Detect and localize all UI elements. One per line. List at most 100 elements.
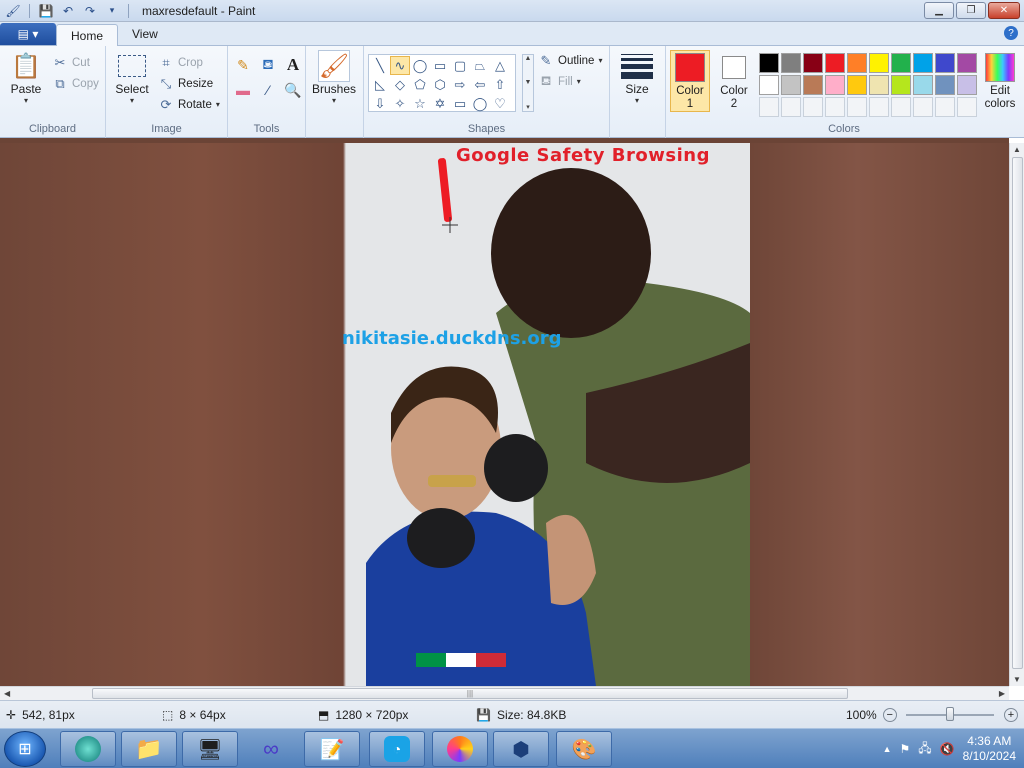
palette-empty-swatch[interactable] [935, 97, 955, 117]
scroll-up-icon[interactable]: ▲ [525, 55, 532, 62]
outline-button[interactable]: ✎ Outline ▾ [538, 50, 603, 71]
taskbar-paint[interactable]: 🎨 [556, 731, 612, 767]
palette-color-swatch[interactable] [891, 53, 911, 73]
text-icon[interactable]: A [282, 54, 304, 76]
taskbar-notepad-plus[interactable]: 📝 [304, 731, 360, 767]
palette-color-swatch[interactable] [781, 75, 801, 95]
color1-button[interactable]: Color 1 [670, 50, 710, 112]
minimize-button[interactable]: ▁ [924, 2, 954, 19]
palette-color-swatch[interactable] [869, 53, 889, 73]
six-point-star-shape-icon[interactable]: ✡ [430, 94, 450, 113]
gallery-expand-icon[interactable]: ▾ [526, 103, 530, 111]
fill-bucket-icon[interactable]: ⛾ [257, 54, 279, 76]
qat-customize-icon[interactable]: ▾ [103, 2, 121, 20]
network-icon[interactable]: 🖧 [918, 739, 931, 760]
start-button[interactable]: ⊞ [4, 731, 46, 767]
palette-color-swatch[interactable] [825, 53, 845, 73]
taskbar-virtualbox[interactable]: ⬢ [493, 731, 549, 767]
horizontal-scroll-thumb[interactable]: ||| [92, 688, 848, 699]
zoom-out-icon[interactable]: − [882, 708, 897, 722]
taskbar-app-6[interactable]: ◔ [369, 731, 425, 767]
palette-color-swatch[interactable] [847, 53, 867, 73]
palette-color-swatch[interactable] [803, 53, 823, 73]
scroll-left-icon[interactable]: ◀ [4, 689, 10, 698]
zoom-slider-knob[interactable] [946, 707, 954, 721]
palette-color-swatch[interactable] [781, 53, 801, 73]
palette-color-swatch[interactable] [935, 75, 955, 95]
left-arrow-shape-icon[interactable]: ⇦ [470, 75, 490, 94]
vertical-scrollbar[interactable]: ▲ ▼ [1009, 143, 1024, 686]
select-button[interactable]: Select ▾ [110, 50, 154, 115]
taskbar-explorer[interactable]: 📁 [121, 731, 177, 767]
vertical-scroll-thumb[interactable] [1012, 157, 1023, 669]
maximize-button[interactable]: ❐ [956, 2, 986, 19]
palette-color-swatch[interactable] [847, 75, 867, 95]
taskbar-app-3[interactable]: 🖥 [182, 731, 238, 767]
magnifier-icon[interactable]: 🔍 [282, 79, 304, 101]
palette-empty-swatch[interactable] [957, 97, 977, 117]
undo-icon[interactable]: ↶ [59, 2, 77, 20]
scroll-right-icon[interactable]: ▶ [999, 689, 1005, 698]
scroll-down-icon[interactable]: ▼ [525, 79, 532, 86]
down-arrow-shape-icon[interactable]: ⇩ [370, 94, 390, 113]
resize-button[interactable]: ⤡ Resize [158, 73, 220, 94]
palette-color-swatch[interactable] [913, 75, 933, 95]
save-icon[interactable]: 💾 [37, 2, 55, 20]
triangle-shape-icon[interactable]: △ [490, 56, 510, 75]
tray-expand-icon[interactable]: ▲ [883, 744, 892, 754]
color-picker-icon[interactable]: ⁄ [257, 79, 279, 101]
diamond-shape-icon[interactable]: ◇ [390, 75, 410, 94]
color2-button[interactable]: Color 2 [714, 50, 754, 112]
palette-color-swatch[interactable] [869, 75, 889, 95]
size-button[interactable]: Size ▾ [614, 50, 660, 105]
curve-shape-icon[interactable]: ∿ [390, 56, 410, 75]
line-shape-icon[interactable]: ╲ [370, 56, 390, 75]
scroll-up-icon[interactable]: ▲ [1013, 145, 1021, 154]
palette-color-swatch[interactable] [803, 75, 823, 95]
tab-view[interactable]: View [118, 23, 172, 45]
taskbar-app-1[interactable] [60, 731, 116, 767]
pentagon-shape-icon[interactable]: ⬠ [410, 75, 430, 94]
palette-empty-swatch[interactable] [825, 97, 845, 117]
heart-shape-icon[interactable]: ♡ [490, 94, 510, 113]
taskbar-app-4[interactable]: ∞ [243, 731, 299, 767]
help-icon[interactable]: ? [1004, 26, 1018, 40]
taskbar-browser[interactable] [432, 731, 488, 767]
four-point-star-shape-icon[interactable]: ✧ [390, 94, 410, 113]
rectangle-shape-icon[interactable]: ▭ [430, 56, 450, 75]
palette-color-swatch[interactable] [957, 75, 977, 95]
scroll-down-icon[interactable]: ▼ [1013, 675, 1021, 684]
palette-color-swatch[interactable] [891, 75, 911, 95]
palette-empty-swatch[interactable] [759, 97, 779, 117]
callout-oval-shape-icon[interactable]: ◯ [470, 94, 490, 113]
paint-menu-button[interactable]: ▤ ▾ [0, 23, 56, 45]
action-center-flag-icon[interactable]: ⚑ [900, 742, 911, 756]
cut-button[interactable]: ✂ Cut [52, 52, 99, 73]
palette-color-swatch[interactable] [759, 75, 779, 95]
copy-button[interactable]: ⧉ Copy [52, 73, 99, 94]
palette-empty-swatch[interactable] [913, 97, 933, 117]
five-point-star-shape-icon[interactable]: ☆ [410, 94, 430, 113]
palette-empty-swatch[interactable] [891, 97, 911, 117]
tab-home[interactable]: Home [56, 24, 119, 46]
palette-color-swatch[interactable] [957, 53, 977, 73]
zoom-in-icon[interactable]: + [1004, 708, 1018, 722]
polygon-shape-icon[interactable]: ⏢ [470, 56, 490, 75]
oval-shape-icon[interactable]: ◯ [410, 56, 430, 75]
palette-empty-swatch[interactable] [781, 97, 801, 117]
paint-app-icon[interactable]: 🖌 [4, 2, 22, 20]
right-arrow-shape-icon[interactable]: ⇨ [450, 75, 470, 94]
right-triangle-shape-icon[interactable]: ◺ [370, 75, 390, 94]
volume-muted-icon[interactable]: 🔇 [940, 742, 955, 756]
zoom-in-button[interactable]: + [1004, 708, 1018, 722]
redo-icon[interactable]: ↷ [81, 2, 99, 20]
palette-empty-swatch[interactable] [803, 97, 823, 117]
brushes-button[interactable]: 🖌 Brushes ▾ [310, 50, 358, 105]
palette-color-swatch[interactable] [759, 53, 779, 73]
palette-color-swatch[interactable] [825, 75, 845, 95]
crop-button[interactable]: ⌗ Crop [158, 52, 220, 73]
palette-empty-swatch[interactable] [869, 97, 889, 117]
eraser-icon[interactable]: ▬ [232, 79, 254, 101]
clock[interactable]: 4:36 AM 8/10/2024 [963, 734, 1016, 764]
palette-empty-swatch[interactable] [847, 97, 867, 117]
